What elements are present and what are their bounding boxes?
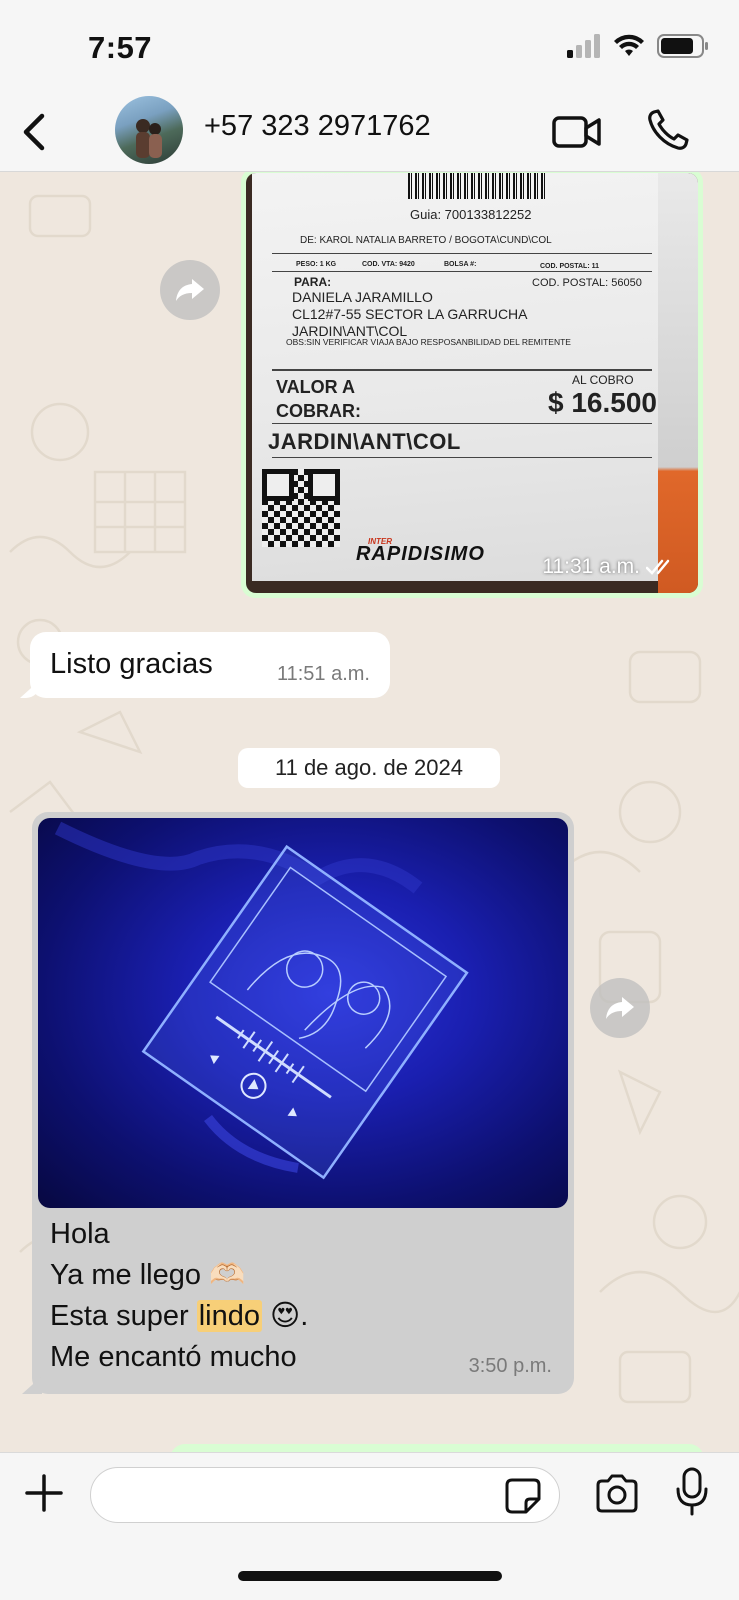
- receipt-divider: [272, 369, 652, 371]
- attach-plus-button[interactable]: [24, 1473, 64, 1513]
- barcode: [408, 173, 548, 199]
- receipt-guia: Guia: 700133812252: [410, 207, 532, 222]
- chat-header: +57 323 2971762: [0, 92, 739, 172]
- message-time: 11:31 a.m.: [542, 555, 640, 578]
- highlighted-word: lindo: [196, 1300, 262, 1332]
- photo-content: [54, 821, 469, 1180]
- message-text: Listo gracias: [50, 648, 213, 680]
- bag-background: [658, 173, 698, 593]
- receipt-valor-label: VALOR A COBRAR:: [276, 375, 361, 423]
- avatar-photo: [136, 119, 162, 158]
- battery-icon: [657, 34, 708, 58]
- microphone-icon[interactable]: [674, 1467, 710, 1517]
- acrylic-lamp-photo[interactable]: [38, 818, 568, 1208]
- receipt-peso: PESO: 1 KG: [296, 261, 337, 268]
- receipt-valor-line: VALOR A: [276, 377, 355, 397]
- forward-button[interactable]: [160, 260, 220, 320]
- caption-line: Esta super lindo 😍.: [50, 1296, 308, 1337]
- shipping-receipt: Guia: 700133812252 DE: KAROL NATALIA BAR…: [252, 173, 664, 581]
- caption-text: Esta super: [50, 1300, 189, 1332]
- receipt-divider: [272, 271, 652, 272]
- qr-code: [262, 469, 340, 547]
- receipt-cod-postal: COD. POSTAL: 56050: [532, 277, 642, 289]
- caption-emoji: 😍.: [270, 1300, 309, 1332]
- outgoing-image-message[interactable]: Guia: 700133812252 DE: KAROL NATALIA BAR…: [241, 172, 703, 598]
- cellular-signal-icon: [567, 34, 600, 58]
- contact-name[interactable]: +57 323 2971762: [204, 110, 431, 143]
- video-call-icon[interactable]: [552, 112, 602, 152]
- receipt-cod-postal-small: COD. POSTAL: 11: [540, 263, 599, 270]
- receipt-valor-line: COBRAR:: [276, 401, 361, 421]
- receipt-divider: [272, 457, 652, 458]
- forward-icon: [176, 279, 204, 301]
- receipt-brand: RAPIDISIMO: [356, 543, 485, 565]
- receipt-destination: JARDIN\ANT\COL: [268, 429, 461, 454]
- home-indicator[interactable]: [238, 1571, 502, 1581]
- phone-call-icon[interactable]: [646, 108, 690, 152]
- outgoing-message-partial[interactable]: [170, 1444, 704, 1452]
- back-button[interactable]: [14, 108, 54, 156]
- contact-avatar[interactable]: [115, 96, 183, 164]
- message-time: 11:51 a.m.: [276, 663, 370, 685]
- incoming-photo-message[interactable]: Hola Ya me llego 🫶🏻 Esta super lindo 😍. …: [32, 812, 574, 1394]
- receipt-sender: DE: KAROL NATALIA BARRETO / BOGOTA\CUND\…: [300, 235, 552, 246]
- receipt-cod-vta: COD. VTA: 9420: [362, 261, 415, 268]
- chat-area[interactable]: Guia: 700133812252 DE: KAROL NATALIA BAR…: [0, 172, 739, 1452]
- receipt-obs: OBS:SIN VERIFICAR VIAJA BAJO RESPOSANBIL…: [286, 337, 571, 347]
- date-separator: 11 de ago. de 2024: [238, 748, 500, 788]
- camera-icon[interactable]: [594, 1473, 640, 1515]
- caption-line: Ya me llego 🫶🏻: [50, 1259, 246, 1291]
- status-icons: [567, 34, 709, 58]
- incoming-text-message[interactable]: Listo gracias 11:51 a.m.: [30, 632, 390, 698]
- caption-line: Me encantó mucho: [50, 1341, 297, 1373]
- message-time: 3:50 p.m.: [468, 1355, 552, 1377]
- sticker-icon[interactable]: [504, 1477, 542, 1515]
- photo-caption: Hola Ya me llego 🫶🏻 Esta super lindo 😍. …: [50, 1214, 308, 1378]
- forward-button[interactable]: [590, 978, 650, 1038]
- receipt-bolsa: BOLSA #:: [444, 261, 477, 268]
- receipt-al-cobro: AL COBRO: [572, 373, 634, 387]
- receipt-address-line: CL12#7-55 SECTOR LA GARRUCHA: [292, 306, 528, 322]
- receipt-photo[interactable]: Guia: 700133812252 DE: KAROL NATALIA BAR…: [246, 173, 698, 593]
- message-meta: 11:31 a.m.: [542, 555, 676, 579]
- forward-icon: [606, 997, 634, 1019]
- receipt-para: PARA:: [294, 275, 332, 289]
- receipt-amount: $ 16.500: [548, 387, 657, 418]
- status-time: 7:57: [88, 30, 153, 65]
- composer-bar: [0, 1452, 739, 1600]
- receipt-divider: [272, 423, 652, 424]
- status-bar: 7:57: [0, 0, 739, 92]
- receipt-divider: [272, 253, 652, 254]
- caption-line: Hola: [50, 1218, 110, 1250]
- receipt-address: DANIELA JARAMILLO CL12#7-55 SECTOR LA GA…: [292, 289, 528, 340]
- receipt-address-line: DANIELA JARAMILLO: [292, 289, 433, 305]
- double-check-icon: [646, 559, 670, 575]
- wifi-icon: [614, 34, 644, 56]
- message-input[interactable]: [90, 1467, 560, 1523]
